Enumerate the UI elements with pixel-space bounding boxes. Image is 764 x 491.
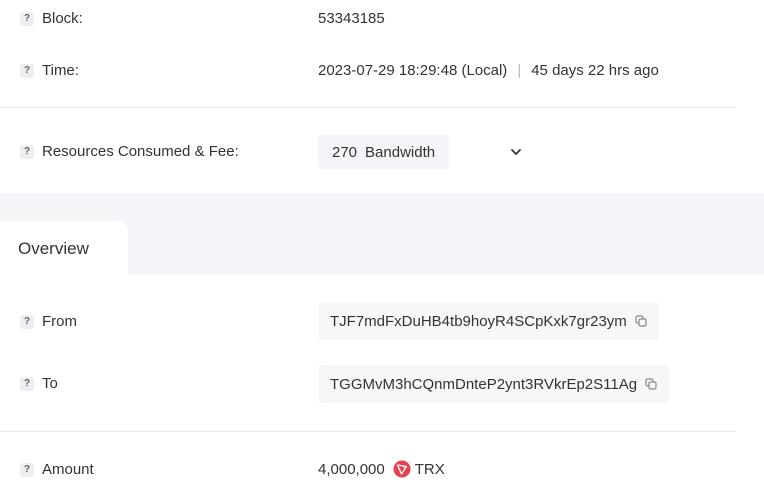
divider (0, 107, 736, 108)
to-address[interactable]: TGGMvM3hCQnmDnteP2ynt3RVkrEp2S11Ag (330, 376, 637, 393)
help-icon[interactable]: ? (20, 11, 34, 26)
from-address-box: TJF7mdFxDuHB4tb9hoyR4SCpKxk7gr23ym (318, 302, 659, 340)
help-icon[interactable]: ? (20, 144, 34, 159)
amount-value: 4,000,000 TRX (318, 460, 445, 478)
resources-label: Resources Consumed & Fee: (42, 143, 239, 160)
time-local: 2023-07-29 18:29:48 (Local) (318, 62, 508, 79)
copy-icon[interactable] (645, 378, 657, 390)
resources-summary: 270 Bandwidth (318, 135, 450, 169)
from-label-group: ? From (20, 313, 77, 330)
from-address[interactable]: TJF7mdFxDuHB4tb9hoyR4SCpKxk7gr23ym (330, 313, 627, 330)
help-icon[interactable]: ? (20, 63, 34, 78)
help-icon[interactable]: ? (20, 376, 34, 391)
copy-icon[interactable] (635, 315, 647, 327)
block-value[interactable]: 53343185 (318, 10, 385, 27)
time-separator: | (517, 62, 522, 79)
time-ago: 45 days 22 hrs ago (531, 62, 659, 79)
amount-label-group: ? Amount (20, 461, 94, 478)
amount-number: 4,000,000 (318, 460, 385, 478)
trx-icon (393, 460, 411, 478)
to-label-group: ? To (20, 375, 58, 392)
amount-label: Amount (42, 461, 94, 478)
help-icon[interactable]: ? (20, 314, 34, 329)
help-icon[interactable]: ? (20, 462, 34, 477)
divider (0, 431, 736, 432)
block-label: Block: (42, 10, 83, 27)
time-label: Time: (42, 62, 79, 79)
block-label-group: ? Block: (20, 10, 83, 27)
resources-amount: 270 (332, 143, 358, 161)
resources-label-group: ? Resources Consumed & Fee: (20, 143, 239, 160)
time-label-group: ? Time: (20, 62, 79, 79)
to-address-box: TGGMvM3hCQnmDnteP2ynt3RVkrEp2S11Ag (318, 365, 670, 403)
tab-overview[interactable]: Overview (0, 221, 128, 276)
chevron-down-icon[interactable] (510, 146, 522, 158)
to-label: To (42, 375, 58, 392)
from-label: From (42, 313, 77, 330)
amount-token[interactable]: TRX (415, 461, 445, 478)
time-value: 2023-07-29 18:29:48 (Local) | 45 days 22… (318, 62, 659, 79)
resources-unit: Bandwidth (365, 143, 436, 161)
